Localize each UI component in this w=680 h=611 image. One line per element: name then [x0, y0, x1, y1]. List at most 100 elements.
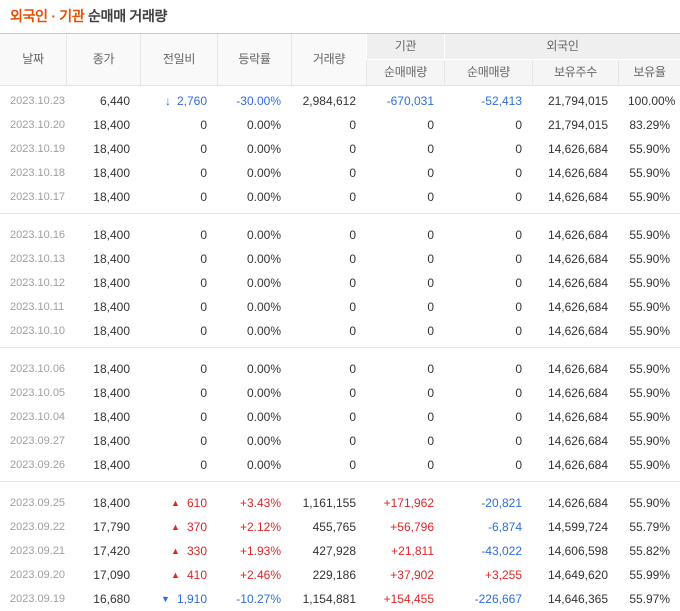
change-cell: 0: [140, 429, 217, 453]
date-cell: 2023.10.06: [0, 347, 66, 381]
table-row: 2023.10.16 18,400 0 0.00% 0 0 0 14,626,6…: [0, 213, 680, 247]
frgn-net-cell: -226,667: [474, 592, 522, 606]
change-value: 0: [200, 228, 207, 242]
date-cell: 2023.10.05: [10, 387, 66, 399]
inst-net-cell: 0: [427, 410, 434, 424]
foreign-institution-trading-panel: 외국인 · 기관 순매매 거래량 날짜 종가 전일비 등락률 거래량 기관 외국…: [0, 8, 680, 611]
inst-net-cell: 0: [427, 118, 434, 132]
change-rate-cell: 0.00%: [246, 434, 281, 448]
volume-cell: 0: [349, 276, 356, 290]
frgn-net-cell: 0: [515, 142, 522, 156]
change-cell: 0: [140, 453, 217, 481]
close-price-cell: 18,400: [93, 118, 130, 132]
page-title: 외국인 · 기관 순매매 거래량: [10, 8, 670, 24]
change-cell: ▲ 610: [140, 481, 217, 515]
table-row: 2023.10.19 18,400 0 0.00% 0 0 0 14,626,6…: [0, 137, 680, 161]
date-cell: 2023.10.20: [10, 119, 66, 131]
volume-cell: 0: [349, 166, 356, 180]
inst-net-cell: 0: [427, 458, 434, 472]
change-cell: 0: [140, 295, 217, 319]
table-row: 2023.10.06 18,400 0 0.00% 0 0 0 14,626,6…: [0, 347, 680, 381]
frgn-net-cell: +3,255: [484, 568, 522, 582]
close-price-cell: 18,400: [66, 481, 140, 515]
change-cell: 0: [140, 161, 217, 185]
date-cell: 2023.09.27: [10, 435, 66, 447]
close-price-cell: 18,400: [93, 276, 130, 290]
frgn-ratio-cell: 55.90%: [629, 458, 671, 472]
date-cell: 2023.10.11: [10, 301, 65, 313]
date-cell: 2023.09.21: [10, 545, 66, 557]
change-cell: 0: [140, 247, 217, 271]
frgn-net-cell: -43,022: [481, 544, 522, 558]
change-arrow-icon: ▲: [171, 522, 180, 532]
table-row: 2023.10.20 18,400 0 0.00% 0 0 0 21,794,0…: [0, 113, 680, 137]
change-cell: ▲ 370: [140, 515, 217, 539]
table-row: 2023.10.11 18,400 0 0.00% 0 0 0 14,626,6…: [0, 295, 680, 319]
volume-cell: 0: [349, 324, 356, 338]
change-value: 0: [200, 458, 207, 472]
inst-net-cell: +154,455: [383, 592, 434, 606]
change-arrow-icon: ▼: [161, 594, 170, 604]
change-rate-cell: 0.00%: [246, 300, 281, 314]
close-price-cell: 18,400: [66, 347, 140, 381]
date-cell: 2023.10.23: [10, 95, 66, 107]
volume-cell: 455,765: [312, 520, 356, 534]
frgn-ratio-cell: 55.82%: [629, 544, 671, 558]
frgn-ratio-cell: 55.90%: [629, 190, 671, 204]
frgn-ratio-cell: 55.90%: [629, 324, 671, 338]
close-price-cell: 18,400: [93, 410, 130, 424]
change-arrow-icon: ▲: [171, 570, 180, 580]
frgn-net-cell: 0: [515, 252, 522, 266]
frgn-ratio-cell: 55.90%: [629, 166, 671, 180]
frgn-net-cell: 0: [444, 213, 532, 247]
date-cell: 2023.10.10: [10, 325, 66, 337]
frgn-shares-cell: 14,606,598: [547, 544, 608, 558]
date-cell: 2023.10.17: [10, 191, 66, 203]
volume-cell: 0: [291, 213, 366, 247]
table-row: 2023.09.27 18,400 0 0.00% 0 0 0 14,626,6…: [0, 429, 680, 453]
table-row: 2023.09.22 17,790 ▲ 370 +2.12% 455,765 +5…: [0, 515, 680, 539]
close-price-cell: 17,420: [93, 544, 130, 558]
change-cell: ▲ 330: [140, 539, 217, 563]
change-rate-cell: 0.00%: [246, 324, 281, 338]
inst-net-cell: 0: [427, 190, 434, 204]
change-rate-cell: 0.00%: [217, 213, 291, 247]
inst-net-cell: 0: [427, 276, 434, 290]
frgn-net-cell: -6,874: [487, 520, 522, 534]
date-cell: 2023.09.19: [10, 593, 66, 605]
volume-cell: 2,984,612: [302, 94, 356, 108]
change-rate-cell: 0.00%: [246, 118, 281, 132]
change-value: 410: [186, 568, 207, 582]
frgn-ratio-cell: 55.90%: [629, 410, 671, 424]
change-value: 0: [200, 300, 207, 314]
change-arrow-icon: ▲: [171, 498, 180, 508]
change-arrow-icon: ▲: [171, 546, 180, 556]
frgn-shares-cell: 14,626,684: [547, 252, 608, 266]
trading-volume-table: 날짜 종가 전일비 등락률 거래량 기관 외국인 순매매량 순매매량 보유주수 …: [0, 33, 680, 611]
change-rate-cell: 0.00%: [246, 142, 281, 156]
group-header-institution: 기관: [366, 34, 444, 60]
change-value: 0: [200, 252, 207, 266]
col-header-frgn-shares: 보유주수: [532, 60, 618, 86]
close-price-cell: 16,680: [93, 592, 130, 606]
table-row: 2023.09.25 18,400 ▲ 610 +3.43% 1,161,155 …: [0, 481, 680, 515]
change-rate-cell: 0.00%: [246, 458, 281, 472]
inst-net-cell: 0: [427, 434, 434, 448]
frgn-shares-cell: 14,626,684: [547, 324, 608, 338]
frgn-ratio-cell: 55.99%: [629, 568, 671, 582]
inst-net-cell: 0: [427, 324, 434, 338]
change-cell: 0: [140, 271, 217, 295]
volume-cell: 0: [349, 458, 356, 472]
inst-net-cell: +37,902: [390, 568, 434, 582]
change-rate-cell: 0.00%: [246, 190, 281, 204]
change-value: 0: [200, 118, 207, 132]
frgn-shares-cell: 14,626,684: [532, 481, 618, 515]
change-rate-cell: 0.00%: [246, 276, 281, 290]
frgn-ratio-cell: 55.90%: [629, 252, 671, 266]
change-value: 0: [200, 166, 207, 180]
frgn-shares-cell: 14,626,684: [547, 386, 608, 400]
change-value: 330: [186, 544, 207, 558]
close-price-cell: 18,400: [93, 190, 130, 204]
col-header-close: 종가: [66, 34, 140, 86]
change-rate-cell: +3.43%: [217, 481, 291, 515]
